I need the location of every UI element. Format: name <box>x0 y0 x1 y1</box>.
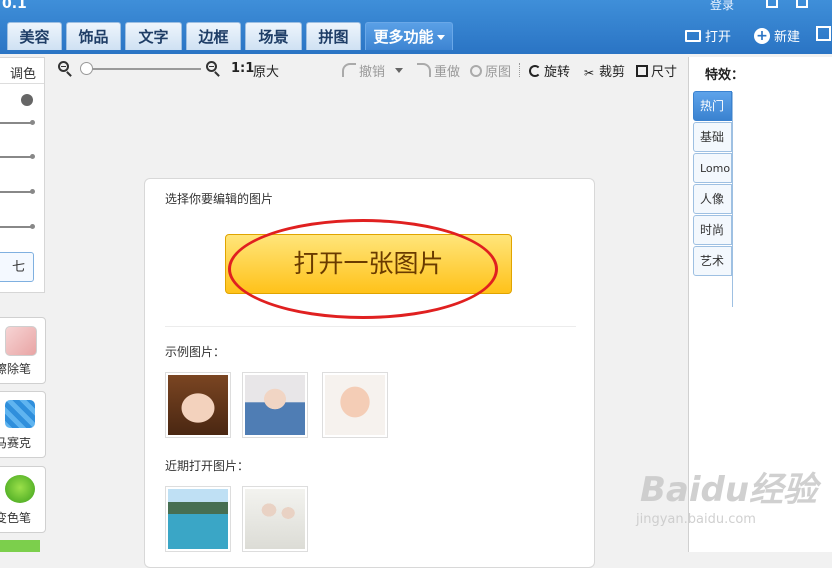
sample-image-2[interactable] <box>242 372 308 438</box>
tool-eraser[interactable]: 擦除笔 <box>0 317 46 384</box>
tab-scenes[interactable]: 场景 <box>245 22 302 50</box>
save-icon <box>816 26 831 41</box>
mosaic-icon <box>5 400 35 428</box>
reset-icon[interactable] <box>21 94 33 106</box>
more-features-label: 更多功能 <box>373 28 434 46</box>
redo-button[interactable]: 重做 <box>417 61 460 80</box>
sample-image-3[interactable] <box>322 372 388 438</box>
zoom-slider[interactable] <box>84 68 201 70</box>
sample-image-2-photo <box>245 375 305 435</box>
actual-size-ratio[interactable]: 1:1 <box>231 61 254 76</box>
tab-text[interactable]: 文字 <box>125 22 182 50</box>
tab-accessories[interactable]: 饰品 <box>66 22 121 50</box>
color-brush-icon <box>5 475 35 503</box>
effect-tab-fashion[interactable]: 时尚 <box>693 215 732 245</box>
sample-image-1[interactable] <box>165 372 231 438</box>
effect-tab-art[interactable]: 艺术 <box>693 246 732 276</box>
recent-images-label: 近期打开图片： <box>165 459 250 473</box>
redo-label: 重做 <box>434 65 461 80</box>
zoom-in-icon[interactable] <box>206 61 217 72</box>
tab-frames[interactable]: 边框 <box>186 22 241 50</box>
resize-button[interactable]: 尺寸 <box>636 61 677 80</box>
tool-mosaic-label: 马赛克 <box>0 436 32 450</box>
resize-label: 尺寸 <box>651 65 678 80</box>
effect-tab-basic[interactable]: 基础 <box>693 122 732 152</box>
effect-tab-popular[interactable]: 热门 <box>693 91 732 121</box>
sample-image-3-photo <box>325 375 385 435</box>
actual-size-button[interactable]: 原大 <box>253 61 279 80</box>
divider <box>165 326 576 327</box>
undo-icon <box>342 63 356 77</box>
rotate-button[interactable]: 旋转 <box>529 61 570 80</box>
top-header: 0.1 登录 美容 饰品 文字 边框 场景 拼图 更多功能 打开 + 新建 <box>0 0 832 54</box>
login-link[interactable]: 登录 <box>710 0 734 13</box>
recent-image-2[interactable] <box>242 486 308 552</box>
edit-toolbar: 1:1 原大 撤销 重做 原图 旋转 ✂ 裁剪 尺寸 <box>50 57 688 83</box>
save-button[interactable] <box>816 26 831 41</box>
sample-image-1-photo <box>168 375 228 435</box>
tab-collage[interactable]: 拼图 <box>306 22 361 50</box>
tab-color-adjust[interactable]: 调色 <box>10 63 36 82</box>
undo-history-dropdown[interactable] <box>395 68 403 73</box>
undo-button[interactable]: 撤销 <box>342 61 385 80</box>
toolbar-divider <box>519 63 521 77</box>
adjust-slider-4[interactable] <box>0 224 35 229</box>
baidu-watermark: Baidu经验 <box>640 470 818 510</box>
adjust-action-button[interactable]: 七 <box>0 252 34 282</box>
undo-label: 撤销 <box>359 65 386 80</box>
recent-image-2-photo <box>245 489 305 549</box>
effects-title: 特效： <box>705 68 745 83</box>
tab-beauty[interactable]: 美容 <box>7 22 62 50</box>
eraser-icon <box>5 326 37 356</box>
plus-circle-icon: + <box>754 27 770 44</box>
adjust-slider-1[interactable] <box>0 120 35 125</box>
rotate-label: 旋转 <box>544 65 571 80</box>
adjust-slider-2[interactable] <box>0 154 35 159</box>
resize-icon <box>636 65 648 77</box>
effect-tab-lomo[interactable]: Lomo <box>693 153 732 183</box>
tool-color-brush[interactable]: 变色笔 <box>0 466 46 533</box>
effects-tab-rail <box>732 92 733 307</box>
divider <box>0 83 44 84</box>
new-file-button[interactable]: + 新建 <box>754 26 800 45</box>
open-file-button[interactable]: 打开 <box>685 26 731 45</box>
sample-images-label: 示例图片： <box>165 345 226 359</box>
crop-label: 裁剪 <box>599 65 626 80</box>
zoom-out-icon[interactable] <box>58 61 69 72</box>
open-file-label: 打开 <box>705 30 732 45</box>
open-image-button[interactable]: 打开一张图片 <box>225 234 512 294</box>
scissors-icon: ✂ <box>584 66 595 80</box>
crop-button[interactable]: ✂ 裁剪 <box>584 61 625 80</box>
baidu-watermark-url: jingyan.baidu.com <box>636 512 756 527</box>
zoom-slider-handle[interactable] <box>80 62 93 75</box>
effect-tab-portrait[interactable]: 人像 <box>693 184 732 214</box>
message-icon[interactable] <box>766 0 778 8</box>
tool-mosaic[interactable]: 马赛克 <box>0 391 46 458</box>
left-adjust-panel: 调色 七 <box>0 57 45 293</box>
adjust-slider-3[interactable] <box>0 189 35 194</box>
next-tool-partial[interactable] <box>0 540 40 552</box>
tool-color-brush-label: 变色笔 <box>0 511 32 525</box>
tool-eraser-label: 擦除笔 <box>0 362 32 376</box>
new-file-label: 新建 <box>774 30 801 45</box>
select-image-prompt: 选择你要编辑的图片 <box>165 192 274 206</box>
open-image-card: 选择你要编辑的图片 打开一张图片 示例图片： 近期打开图片： <box>144 178 595 568</box>
original-image-button[interactable]: 原图 <box>470 61 511 80</box>
checkin-icon[interactable] <box>796 0 808 8</box>
redo-icon <box>417 63 431 77</box>
chevron-down-icon <box>436 35 445 40</box>
recent-image-1-photo <box>168 489 228 549</box>
recent-image-1[interactable] <box>165 486 231 552</box>
rotate-icon <box>529 65 541 77</box>
tab-more-features[interactable]: 更多功能 <box>365 22 453 50</box>
original-image-label: 原图 <box>485 65 512 80</box>
app-title: 0.1 <box>2 0 27 12</box>
folder-icon <box>685 29 701 42</box>
original-image-icon <box>470 65 482 77</box>
